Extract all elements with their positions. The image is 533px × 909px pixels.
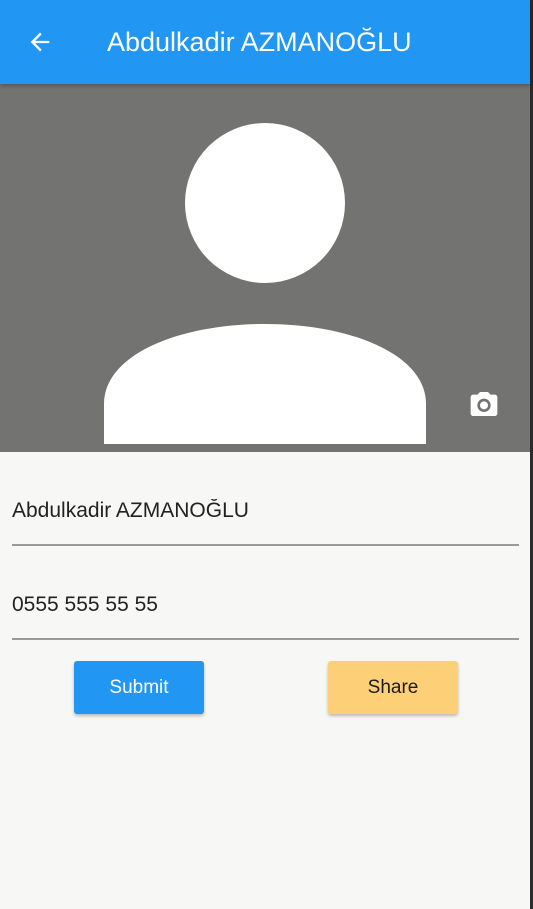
submit-button[interactable]: Submit bbox=[74, 661, 204, 714]
arrow-back-icon bbox=[30, 32, 50, 52]
name-input[interactable] bbox=[12, 496, 519, 526]
phone-field-underline bbox=[12, 638, 519, 640]
phone-field bbox=[12, 590, 519, 640]
page-title: Abdulkadir AZMANOĞLU bbox=[107, 27, 412, 57]
name-field-underline bbox=[12, 544, 519, 546]
contact-detail-screen: Abdulkadir AZMANOĞLU Submit Share bbox=[0, 0, 530, 909]
name-field bbox=[12, 496, 519, 546]
share-button[interactable]: Share bbox=[328, 661, 458, 714]
back-button[interactable] bbox=[20, 22, 60, 62]
profile-photo-area[interactable] bbox=[0, 84, 530, 452]
phone-input[interactable] bbox=[12, 590, 519, 620]
camera-icon bbox=[470, 392, 498, 416]
change-photo-button[interactable] bbox=[464, 384, 504, 424]
app-bar: Abdulkadir AZMANOĞLU bbox=[0, 0, 530, 84]
person-avatar-icon bbox=[104, 123, 426, 444]
